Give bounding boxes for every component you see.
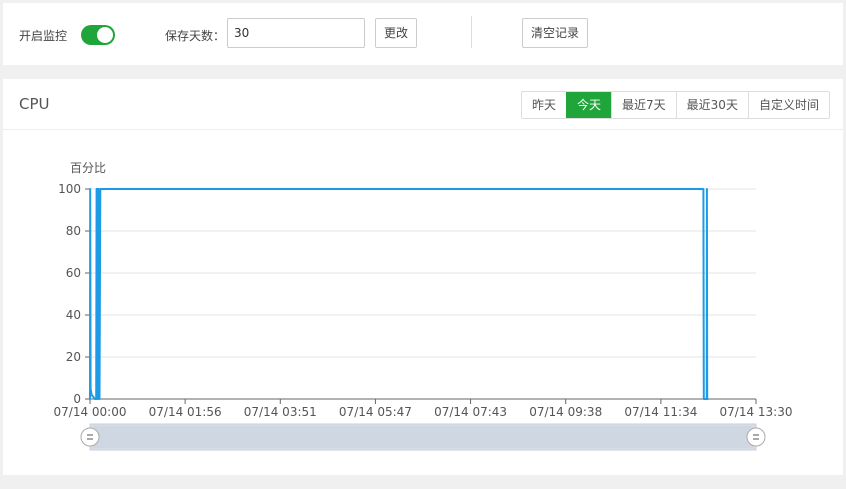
x-tick-label: 07/14 03:51 <box>244 405 317 419</box>
y-tick-label: 100 <box>58 182 81 196</box>
monitor-label: 开启监控 <box>19 29 68 43</box>
zoom-window[interactable] <box>93 426 753 448</box>
monitor-toggle[interactable] <box>81 25 115 45</box>
change-button[interactable]: 更改 <box>375 18 418 48</box>
zoom-handle-left[interactable] <box>80 427 100 447</box>
cpu-chart-panel: CPU 昨天 今天 最近7天 最近30天 自定义时间 百分比 0 20 40 60 80… <box>3 79 843 475</box>
y-tick-label: 20 <box>66 350 81 364</box>
toggle-knob <box>97 27 113 43</box>
x-tick-label: 07/14 09:38 <box>529 405 602 419</box>
retention-days-label: 保存天数： <box>165 29 226 43</box>
clear-records-button[interactable]: 清空记录 <box>522 18 589 48</box>
handle-grip-icon <box>80 427 100 447</box>
x-tick-label: 07/14 00:00 <box>54 405 127 419</box>
y-tick-label: 60 <box>66 266 81 280</box>
y-tick-label: 80 <box>66 224 81 238</box>
monitor-settings-bar: 开启监控 保存天数： 更改 清空记录 <box>3 3 843 65</box>
axes: 0 20 40 60 80 100 07/14 00:00 07/14 01:56 07/14 … <box>54 182 793 419</box>
divider <box>471 16 472 48</box>
series-layer <box>89 188 709 400</box>
y-axis-title: 百分比 <box>70 161 106 175</box>
y-tick-label: 40 <box>66 308 81 322</box>
x-tick-label: 07/14 13:30 <box>720 405 793 419</box>
x-tick-label: 07/14 05:47 <box>339 405 412 419</box>
y-tick-label: 0 <box>73 392 81 406</box>
grid-lines <box>90 188 756 358</box>
x-tick-label: 07/14 07:43 <box>434 405 507 419</box>
data-zoom-slider[interactable] <box>80 423 766 451</box>
x-tick-label: 07/14 01:56 <box>149 405 222 419</box>
x-tick-label: 07/14 11:34 <box>624 405 697 419</box>
retention-days-input[interactable] <box>227 18 365 48</box>
cpu-usage-chart: 百分比 0 20 40 60 80 100 07/14 00:00 07/14 01:56 07… <box>54 161 793 451</box>
cpu-series-line <box>89 188 709 400</box>
zoom-handle-right[interactable] <box>746 427 766 447</box>
handle-grip-icon <box>746 427 766 447</box>
